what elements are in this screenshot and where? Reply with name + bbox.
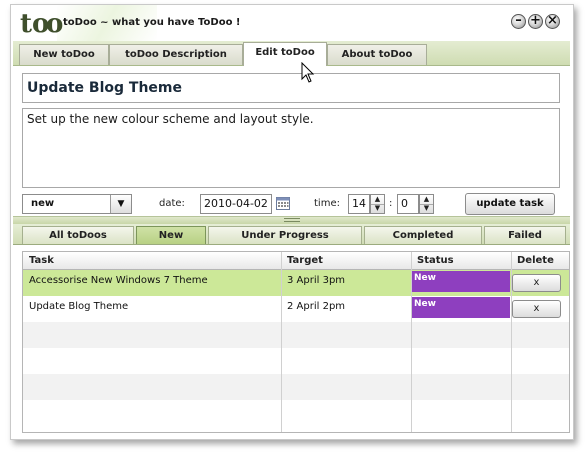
filter-new[interactable]: New [136,226,206,244]
task-title-input[interactable]: Update Blog Theme [22,73,560,103]
filter-under-progress[interactable]: Under Progress [208,226,362,244]
table-row[interactable]: Accessorise New Windows 7 Theme 3 April … [23,270,569,296]
column-divider [411,252,412,432]
date-label: date: [159,198,185,209]
hour-input[interactable]: 14 [348,194,370,214]
hour-down-arrow-icon[interactable]: ▼ [371,204,384,213]
status-dropdown-value: new [31,198,55,209]
app-logo: t o o [19,7,66,39]
filter-failed[interactable]: Failed [484,226,566,244]
empty-row [23,322,569,348]
date-input[interactable]: 2010-04-02 [200,194,272,214]
header-task[interactable]: Task [23,252,281,269]
panel-splitter[interactable] [13,216,570,224]
header-status[interactable]: Status [411,252,511,269]
row-task: Accessorise New Windows 7 Theme [29,275,208,286]
calendar-icon[interactable] [276,197,290,210]
hour-stepper[interactable]: ▲ ▼ [370,194,385,214]
close-button[interactable]: × [545,14,560,29]
column-divider [281,252,282,432]
splitter-grip-icon[interactable] [284,218,300,222]
logo-glyphs: t o o [20,9,66,39]
table-row[interactable]: Update Blog Theme 2 April 2pm New x [23,296,569,322]
todo-table: Task Target Status Delete Accessorise Ne… [22,251,570,433]
task-description-textarea[interactable]: Set up the new colour scheme and layout … [22,108,560,188]
minute-down-arrow-icon[interactable]: ▼ [420,204,433,213]
status-dropdown[interactable]: new ▼ [22,194,132,214]
empty-row [23,400,569,426]
title-bar[interactable]: t o o toDoo ~ what you have ToDoo ! – + … [11,5,573,41]
filter-all-todoos[interactable]: All toDoos [22,226,134,244]
svg-text:t: t [20,9,32,37]
row-task: Update Blog Theme [29,301,129,312]
header-delete[interactable]: Delete [511,252,569,269]
status-badge: New [411,271,510,292]
time-colon: : [389,198,393,209]
empty-row [23,348,569,374]
table-header: Task Target Status Delete [23,252,569,270]
update-task-button[interactable]: update task [465,193,555,215]
mouse-cursor-icon [301,62,315,83]
delete-button[interactable]: x [512,300,561,318]
minute-stepper[interactable]: ▲ ▼ [419,194,434,214]
svg-text:o: o [46,9,63,37]
main-tab-bar: New toDoo toDoo Description Edit toDoo A… [13,41,570,66]
time-label: time: [314,198,340,209]
minimize-button[interactable]: – [511,14,526,29]
column-divider [511,252,512,432]
row-target: 2 April 2pm [287,301,346,312]
app-window: t o o toDoo ~ what you have ToDoo ! – + … [10,4,574,440]
status-badge: New [411,297,510,318]
maximize-button[interactable]: + [528,14,543,29]
empty-row [23,374,569,400]
header-target[interactable]: Target [281,252,411,269]
app-title: toDoo ~ what you have ToDoo ! [63,17,241,28]
tab-todoo-description[interactable]: toDoo Description [109,44,243,65]
filter-tab-bar: All toDoos New Under Progress Completed … [13,224,570,245]
dropdown-arrow-icon[interactable]: ▼ [110,195,131,213]
tab-new-todoo[interactable]: New toDoo [19,44,109,65]
minute-input[interactable]: 0 [397,194,419,214]
tab-about-todoo[interactable]: About toDoo [327,44,427,65]
delete-button[interactable]: x [512,274,561,292]
row-target: 3 April 3pm [287,275,346,286]
filter-completed[interactable]: Completed [364,226,482,244]
